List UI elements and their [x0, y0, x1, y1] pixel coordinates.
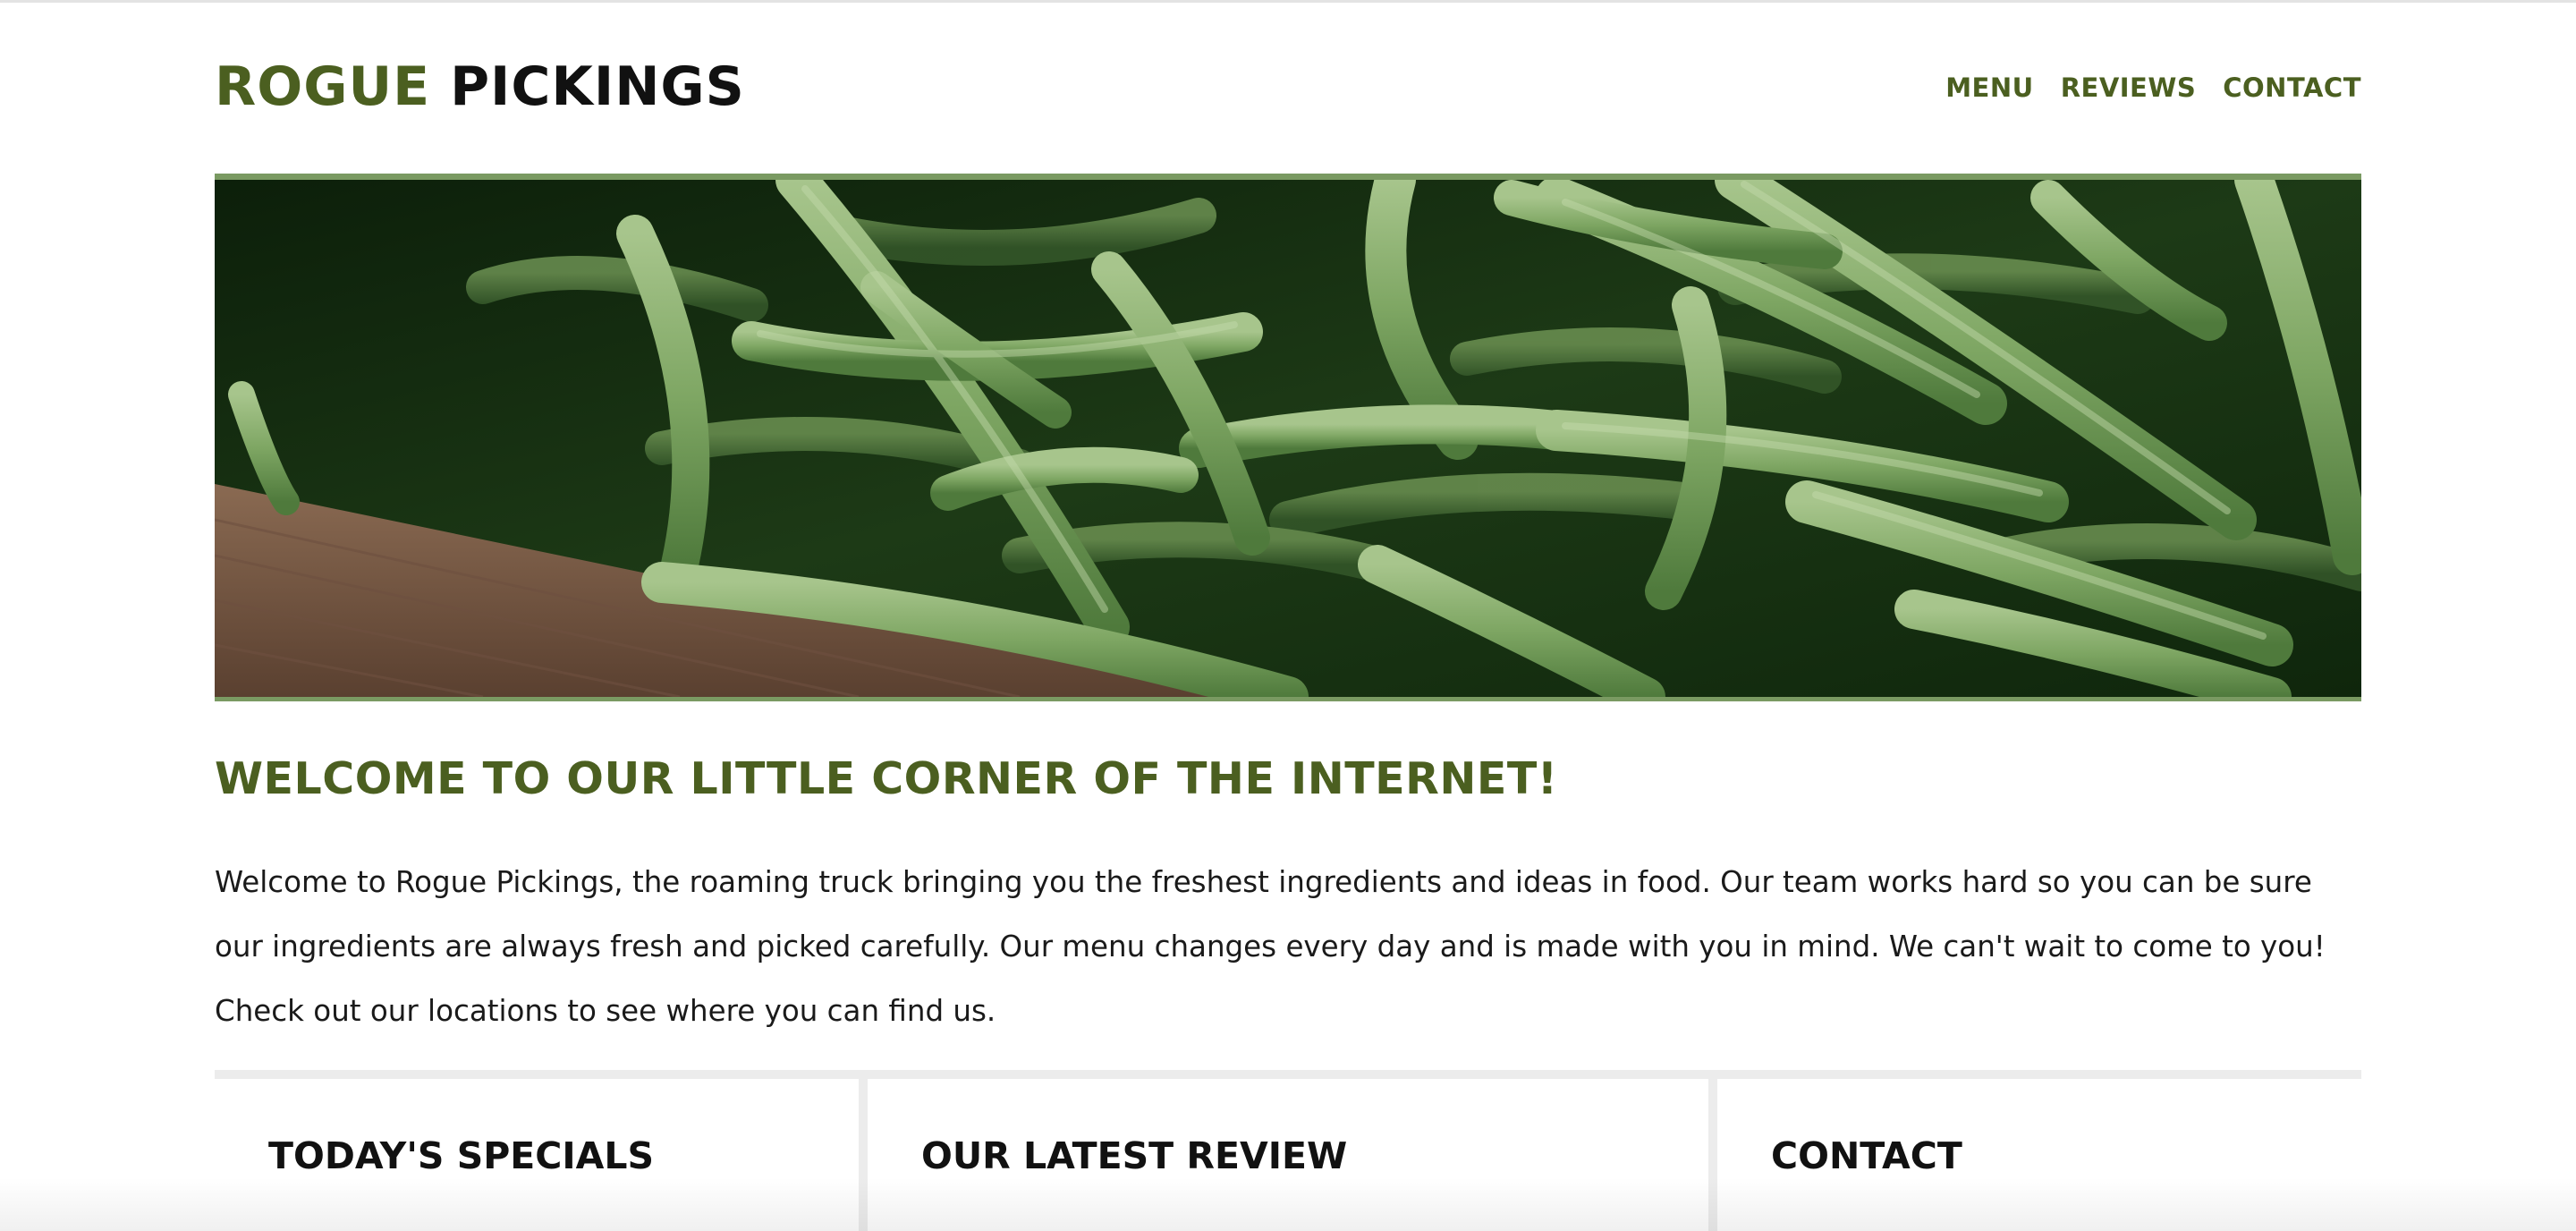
card-separator — [859, 1079, 868, 1231]
green-beans-image — [215, 180, 2361, 697]
nav-reviews-link[interactable]: REVIEWS — [2061, 70, 2197, 106]
site-logo[interactable]: ROGUE PICKINGS — [215, 55, 745, 118]
page-container: ROGUE PICKINGS MENU REVIEWS CONTACT WELC… — [215, 0, 2361, 1231]
nav-contact-link[interactable]: CONTACT — [2223, 70, 2361, 106]
contact-card-heading: CONTACT — [1771, 1134, 1962, 1177]
site-header: ROGUE PICKINGS MENU REVIEWS CONTACT — [215, 45, 2361, 134]
nav-menu-link[interactable]: MENU — [1945, 70, 2034, 106]
cards-top-divider — [215, 1070, 2361, 1079]
card-separator — [1708, 1079, 1717, 1231]
todays-specials-heading: TODAY'S SPECIALS — [268, 1134, 655, 1177]
main-nav: MENU REVIEWS CONTACT — [1945, 70, 2361, 106]
welcome-heading: WELCOME TO OUR LITTLE CORNER OF THE INTE… — [215, 753, 1558, 804]
welcome-paragraph: Welcome to Rogue Pickings, the roaming t… — [215, 865, 2326, 1028]
hero-banner — [215, 174, 2361, 701]
latest-review-heading: OUR LATEST REVIEW — [921, 1134, 1348, 1177]
logo-accent-word: ROGUE — [215, 55, 431, 118]
logo-rest-word: PICKINGS — [450, 55, 745, 118]
